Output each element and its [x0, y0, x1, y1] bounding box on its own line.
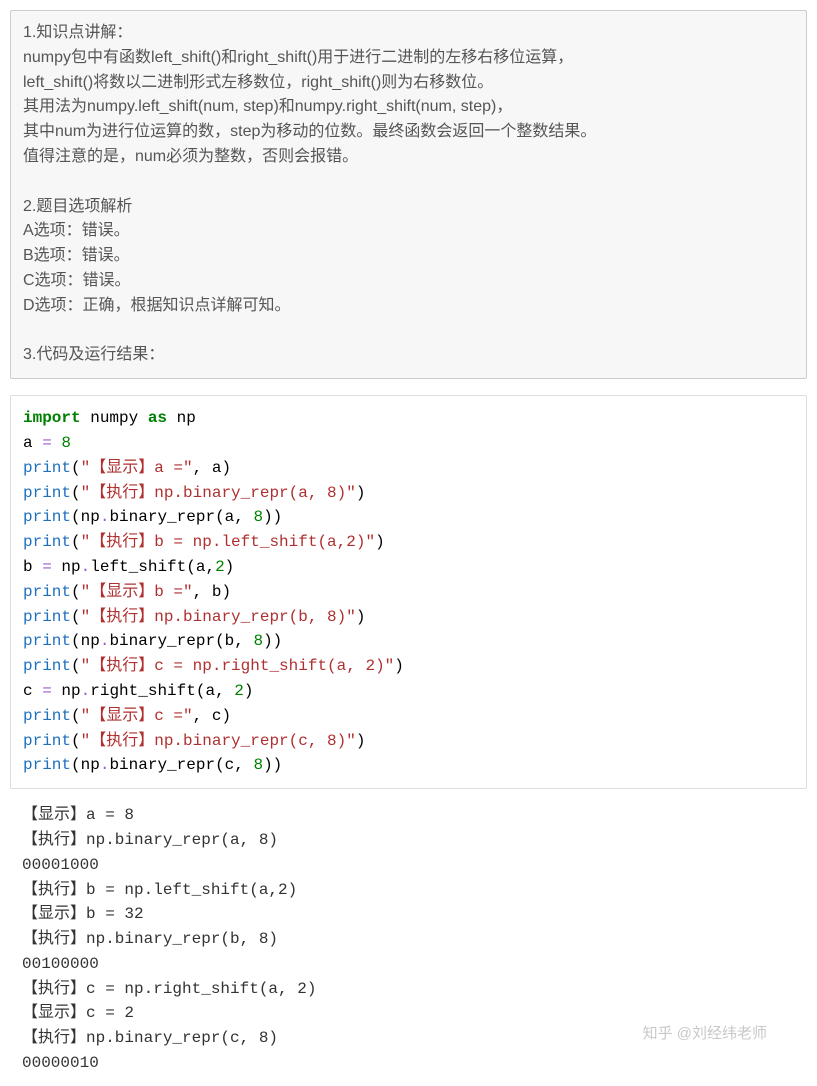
- watermark: 知乎 @刘经纬老师: [643, 1022, 767, 1043]
- code-block: import numpy as npa = 8print("【显示】a =", …: [10, 395, 807, 789]
- explanation-box: 1.知识点讲解： numpy包中有函数left_shift()和right_sh…: [10, 10, 807, 379]
- explanation-text: 1.知识点讲解： numpy包中有函数left_shift()和right_sh…: [23, 21, 794, 368]
